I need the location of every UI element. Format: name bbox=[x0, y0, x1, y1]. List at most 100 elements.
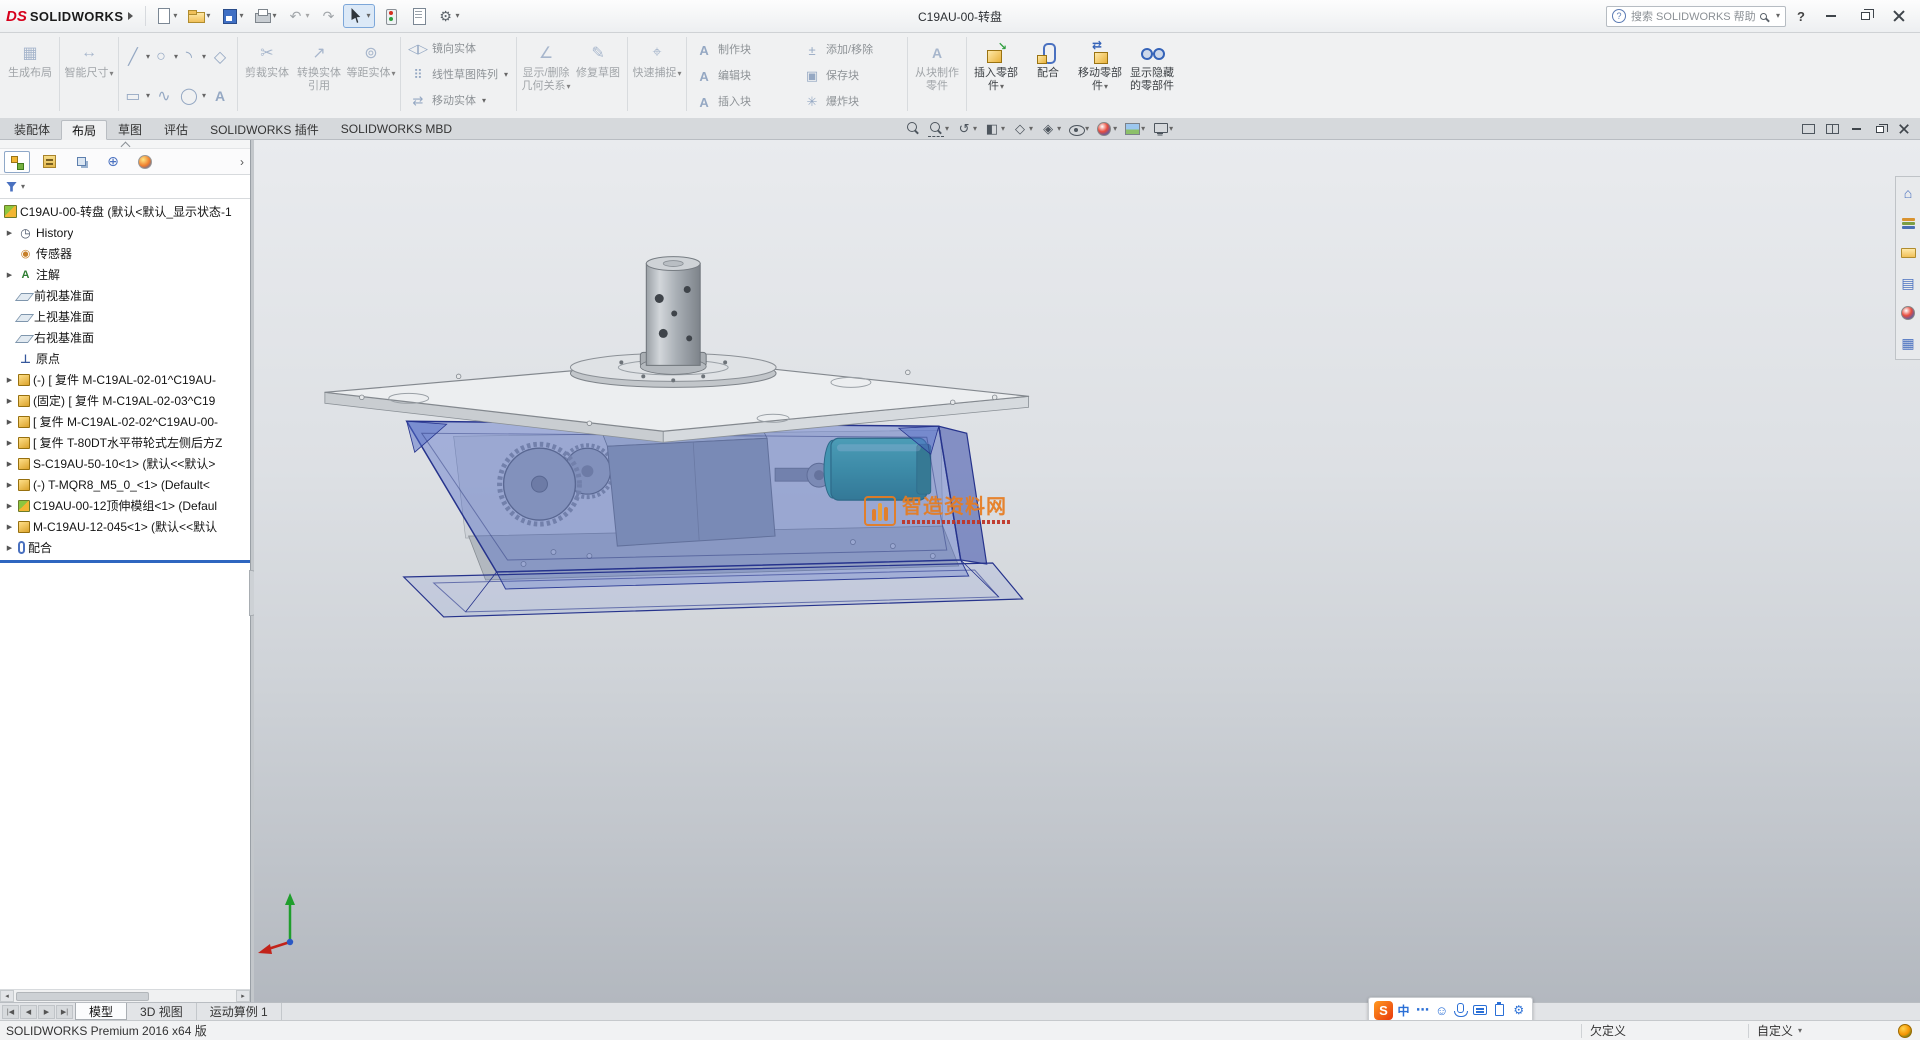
close-document-button[interactable] bbox=[1894, 121, 1914, 137]
assembly-model[interactable] bbox=[254, 140, 1920, 1002]
smart-dimension-button[interactable]: ↔智能尺寸▾ bbox=[63, 36, 115, 116]
search-icon[interactable] bbox=[1760, 13, 1767, 20]
shaft[interactable] bbox=[640, 257, 706, 375]
search-dropdown-icon[interactable]: ▾ bbox=[1776, 12, 1780, 20]
sketch-arc-button[interactable]: ◝▾ bbox=[178, 39, 206, 75]
propertymanager-tab[interactable] bbox=[36, 151, 62, 173]
tree-item-component[interactable]: ▶M-C19AU-12-045<1> (默认<<默认 bbox=[0, 516, 250, 537]
sketch-text-button[interactable]: A bbox=[206, 78, 234, 114]
tab-3d-views[interactable]: 3D 视图 bbox=[127, 1003, 197, 1020]
make-block-button[interactable]: A制作块 bbox=[690, 37, 796, 63]
ime-settings-icon[interactable] bbox=[1510, 999, 1527, 1021]
units-dropdown-icon[interactable]: ▾ bbox=[1798, 1027, 1802, 1035]
trim-entities-button[interactable]: ✂剪裁实体 bbox=[241, 36, 293, 116]
expand-arrow-icon[interactable]: ▶ bbox=[4, 481, 15, 489]
options-button[interactable]: ⚙▾ bbox=[433, 4, 464, 28]
expand-arrow-icon[interactable]: ▶ bbox=[4, 502, 15, 510]
scroll-right-icon[interactable]: ▸ bbox=[236, 990, 250, 1002]
sketch-line-button[interactable]: ╱▾ bbox=[122, 39, 150, 75]
custom-properties-tab[interactable]: ▦ bbox=[1898, 330, 1919, 356]
expand-arrow-icon[interactable]: ▶ bbox=[4, 523, 15, 531]
pane-split-button[interactable] bbox=[1822, 121, 1842, 137]
expand-arrow-icon[interactable]: ▶ bbox=[4, 544, 15, 552]
dimxpertmanager-tab[interactable] bbox=[100, 151, 126, 173]
expand-arrow-icon[interactable]: ▶ bbox=[4, 439, 15, 447]
sketch-ellipse-button[interactable]: ◯▾ bbox=[178, 78, 206, 114]
move-entities-button[interactable]: ⇄移动实体▾ bbox=[404, 88, 510, 114]
tab-assembly[interactable]: 装配体 bbox=[3, 119, 61, 139]
appearances-scenes-tab[interactable] bbox=[1898, 300, 1919, 326]
expand-arrow-icon[interactable]: ▶ bbox=[4, 376, 15, 384]
print-button[interactable]: ▾ bbox=[249, 4, 280, 28]
ime-more-icon[interactable] bbox=[1414, 999, 1431, 1021]
insert-component-button[interactable]: 插入零部件▾ bbox=[970, 36, 1022, 116]
tree-item-mates-folder[interactable]: ▶配合 bbox=[0, 537, 250, 558]
tab-model[interactable]: 模型 bbox=[75, 1003, 127, 1020]
tree-item-sensors-folder[interactable]: 传感器 bbox=[0, 243, 250, 264]
sketch-spline-button[interactable]: ∿ bbox=[150, 78, 178, 114]
new-document-button[interactable]: ▾ bbox=[150, 4, 181, 28]
explode-block-button[interactable]: ✳爆炸块 bbox=[798, 89, 904, 115]
ime-mic-icon[interactable] bbox=[1452, 999, 1469, 1021]
scroll-left-icon[interactable]: ◂ bbox=[0, 990, 14, 1002]
zoom-to-fit-button[interactable] bbox=[903, 120, 923, 139]
view-orientation-button[interactable]: ◇▾ bbox=[1010, 120, 1035, 139]
quick-snaps-button[interactable]: ⌖快速捕捉▾ bbox=[631, 36, 683, 116]
file-explorer-tab[interactable] bbox=[1898, 240, 1919, 266]
create-layout-button[interactable]: ▦生成布局 bbox=[4, 36, 56, 116]
tree-item-component[interactable]: ▶[ 复件 M-C19AL-02-02^C19AU-00- bbox=[0, 411, 250, 432]
ime-clipboard-icon[interactable] bbox=[1491, 999, 1508, 1021]
tree-item-component[interactable]: ▶(-) [ 复件 M-C19AL-02-01^C19AU- bbox=[0, 369, 250, 390]
new-document-dropdown-icon[interactable]: ▾ bbox=[173, 12, 177, 20]
sketch-circle-button[interactable]: ○▾ bbox=[150, 39, 178, 75]
rollback-bar[interactable] bbox=[0, 560, 250, 563]
expand-arrow-icon[interactable]: ▶ bbox=[4, 460, 15, 468]
tab-layout[interactable]: 布局 bbox=[61, 120, 107, 140]
hide-show-items-button[interactable]: ▾ bbox=[1066, 120, 1091, 139]
graphics-area[interactable]: 智造资料网 ⌂▤▦ bbox=[254, 140, 1920, 1002]
tab-scroll-last-icon[interactable]: ▶| bbox=[56, 1005, 73, 1019]
add-remove-button[interactable]: ±添加/移除 bbox=[798, 37, 904, 63]
display-style-button[interactable]: ◈▾ bbox=[1038, 120, 1063, 139]
apply-scene-button[interactable]: ▾ bbox=[1122, 120, 1147, 139]
save-block-button[interactable]: ▣保存块 bbox=[798, 63, 904, 89]
select-dropdown-icon[interactable]: ▾ bbox=[366, 12, 370, 20]
show-hidden-components-button[interactable]: 显示隐藏的零部件 bbox=[1126, 36, 1178, 116]
make-part-from-block-button[interactable]: A从块制作零件 bbox=[911, 36, 963, 116]
tree-item-history-folder[interactable]: ▶History bbox=[0, 222, 250, 243]
scrollbar-thumb[interactable] bbox=[16, 992, 149, 1001]
repair-sketch-button[interactable]: ✎修复草图 bbox=[572, 36, 624, 116]
tree-item-component[interactable]: ▶(-) T-MQR8_M5_0_<1> (Default< bbox=[0, 474, 250, 495]
pane-single-button[interactable] bbox=[1798, 121, 1818, 137]
linear-sketch-pattern-button[interactable]: ⠿线性草图阵列▾ bbox=[404, 62, 513, 88]
ime-keyboard-icon[interactable] bbox=[1471, 999, 1489, 1021]
tab-sketch[interactable]: 草图 bbox=[107, 119, 153, 139]
expand-arrow-icon[interactable]: ▶ bbox=[4, 271, 15, 279]
save-dropdown-icon[interactable]: ▾ bbox=[239, 12, 243, 20]
expand-arrow-icon[interactable]: ▶ bbox=[4, 418, 15, 426]
solidworks-resources-tab[interactable]: ⌂ bbox=[1898, 180, 1919, 206]
tree-item-component[interactable]: ▶S-C19AU-50-10<1> (默认<<默认> bbox=[0, 453, 250, 474]
edit-appearance-button[interactable]: ▾ bbox=[1094, 120, 1119, 139]
restore-document-button[interactable] bbox=[1870, 121, 1890, 137]
sketch-rectangle-button[interactable]: ▭▾ bbox=[122, 78, 150, 114]
tab-scroll-prev-icon[interactable]: ◀ bbox=[20, 1005, 37, 1019]
expand-arrow-icon[interactable]: ▶ bbox=[4, 397, 15, 405]
select-button[interactable]: ▾ bbox=[343, 4, 374, 28]
quick-tips-icon[interactable] bbox=[1898, 1024, 1912, 1038]
tab-evaluate[interactable]: 评估 bbox=[153, 119, 199, 139]
tree-item-top-plane[interactable]: 上视基准面 bbox=[0, 306, 250, 327]
expand-arrow-icon[interactable]: ▶ bbox=[4, 229, 15, 237]
search-input[interactable]: ? 搜索 SOLIDWORKS 帮助 ▾ bbox=[1606, 6, 1786, 27]
tab-scroll-first-icon[interactable]: |◀ bbox=[2, 1005, 19, 1019]
tree-item-assembly-root[interactable]: C19AU-00-转盘 (默认<默认_显示状态-1 bbox=[0, 201, 250, 222]
view-settings-button[interactable]: ▾ bbox=[1150, 120, 1175, 139]
open-button[interactable]: ▾ bbox=[183, 4, 214, 28]
previous-view-button[interactable]: ↺▾ bbox=[954, 120, 979, 139]
tree-item-component[interactable]: ▶[ 复件 T-80DT水平带轮式左侧后方Z bbox=[0, 432, 250, 453]
redo-button[interactable]: ↷ bbox=[315, 4, 341, 28]
move-component-button[interactable]: 移动零部件▾ bbox=[1074, 36, 1126, 116]
rebuild-button[interactable] bbox=[377, 4, 403, 28]
menu-expand-arrow-icon[interactable] bbox=[128, 12, 133, 20]
ime-language-button[interactable]: 中 bbox=[1395, 999, 1412, 1021]
